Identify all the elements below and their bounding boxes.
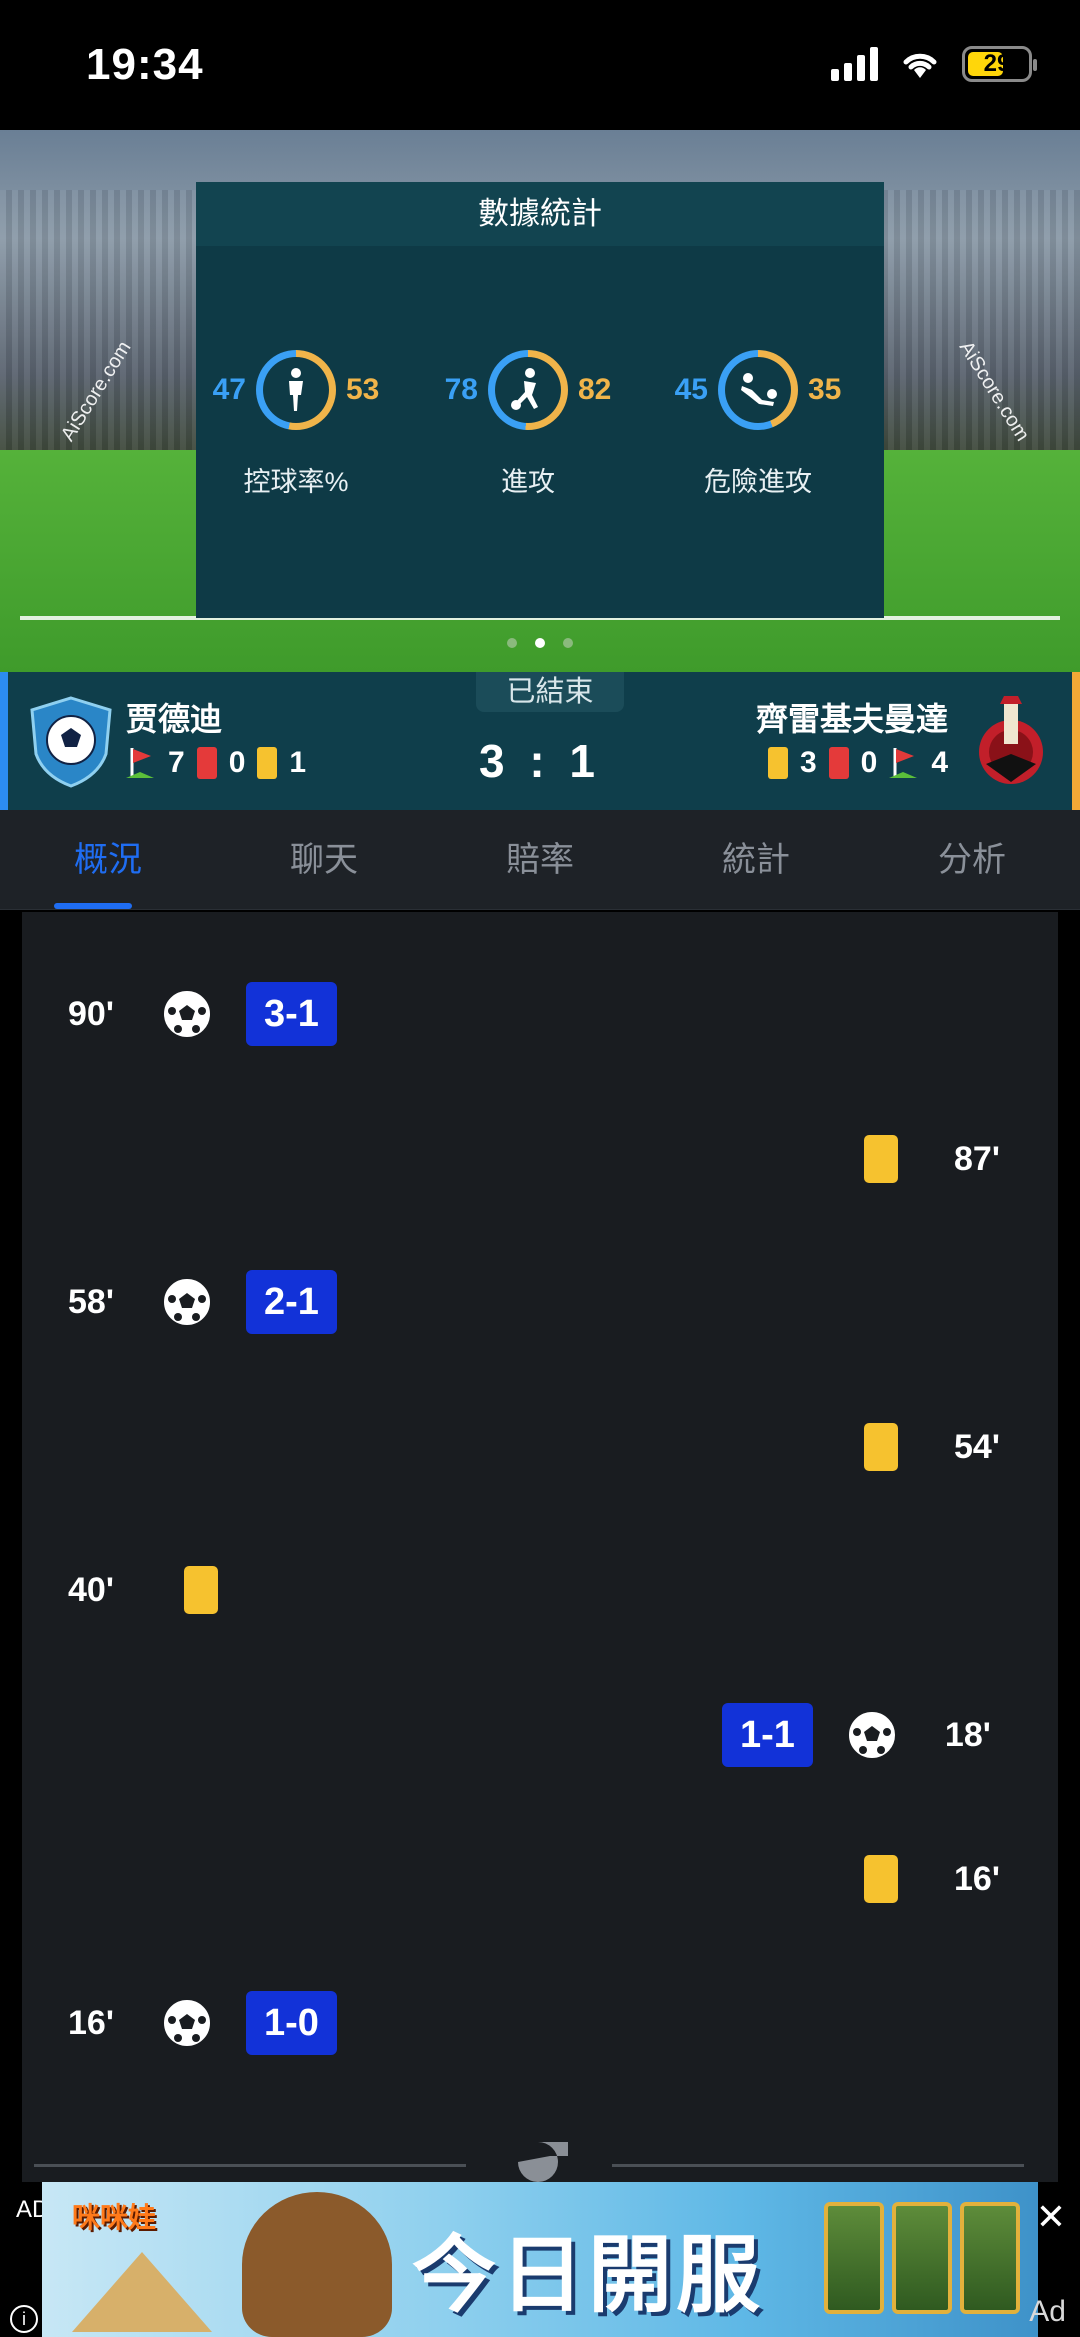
timeline-event: 58' 2-1 <box>68 1267 337 1337</box>
stat-possession: 47 53 控球率% <box>196 350 396 499</box>
event-minute: 16' <box>954 1859 1000 1898</box>
tab-bar: 概況 聊天 賠率 統計 分析 <box>0 810 1080 910</box>
stat-label: 控球率% <box>243 467 349 497</box>
tab-stats[interactable]: 統計 <box>648 810 864 909</box>
ad-pyramid-image <box>72 2252 212 2332</box>
stat-away-value: 35 <box>808 373 842 406</box>
stat-away-value: 53 <box>346 373 380 406</box>
away-red-cards: 0 <box>860 746 878 779</box>
event-minute: 18' <box>944 1715 991 1754</box>
timeline-event: 90' 3-1 <box>68 979 337 1049</box>
event-timeline[interactable]: 90' 3-1 87' 58' 2-1 54' 40' 1-1 18' 16' … <box>22 912 1058 2182</box>
carousel-dot[interactable] <box>563 638 573 648</box>
battery-icon: 29 <box>962 46 1037 82</box>
status-icons: 29 <box>831 46 1037 82</box>
soccer-ball-icon <box>846 1710 897 1760</box>
stats-panel-title: 數據統計 <box>196 182 884 246</box>
stats-carousel[interactable]: AiScore.com AiScore.com 數據統計 47 53 控球率% … <box>0 130 1080 672</box>
ad-close-icon[interactable]: ✕ <box>1036 2196 1066 2238</box>
attacks-ring <box>488 350 568 430</box>
ad-cards-image <box>824 2202 1020 2314</box>
match-scorebar: 贾德迪 7 0 1 已結束 3 : 1 齊雷基夫曼達 3 0 4 <box>0 672 1080 810</box>
timeline-divider-right <box>612 2164 1024 2167</box>
player-sliding-icon <box>741 373 777 406</box>
status-time: 19:34 <box>86 40 204 89</box>
timeline-event: 16' <box>864 1844 1000 1914</box>
player-standing-icon <box>289 368 303 411</box>
stat-home-value: 47 <box>212 373 246 406</box>
timeline-event: 87' <box>864 1124 1000 1194</box>
yellow-card-icon <box>864 1855 898 1903</box>
soccer-ball-icon <box>162 989 212 1039</box>
event-minute: 40' <box>68 1570 114 1609</box>
away-team-logo[interactable] <box>966 694 1056 788</box>
event-minute: 87' <box>954 1139 1000 1178</box>
stat-away-value: 82 <box>578 373 612 406</box>
stat-home-value: 78 <box>444 373 478 406</box>
away-team-counters: 3 0 4 <box>767 746 948 780</box>
whistle-icon <box>518 2142 568 2182</box>
carousel-dots[interactable] <box>0 638 1080 648</box>
status-bar: 19:34 29 <box>0 0 1080 130</box>
ad-banner[interactable]: AD 咪咪娃 今日開服 ✕ i Ad <box>0 2182 1080 2337</box>
battery-percent: 29 <box>983 50 1011 77</box>
stat-dangerous-attacks: 45 35 危險進攻 <box>658 350 858 499</box>
ad-info-icon[interactable]: i <box>10 2305 38 2333</box>
event-minute: 58' <box>68 1282 114 1321</box>
stat-attacks: 78 82 進攻 <box>428 350 628 499</box>
tab-chat[interactable]: 聊天 <box>216 810 432 909</box>
tab-analysis[interactable]: 分析 <box>864 810 1080 909</box>
soccer-ball-icon <box>162 1277 212 1327</box>
timeline-event: 54' <box>864 1412 1000 1482</box>
carousel-dot[interactable] <box>507 638 517 648</box>
event-minute: 54' <box>954 1427 1000 1466</box>
stats-panel: 數據統計 47 53 控球率% 78 82 進攻 45 35 危險進攻 <box>196 182 884 618</box>
cellular-signal-icon <box>831 47 878 81</box>
away-yellow-cards: 3 <box>799 746 817 779</box>
tab-odds[interactable]: 賠率 <box>432 810 648 909</box>
dangerous-attacks-ring <box>718 350 798 430</box>
yellow-card-icon <box>767 747 788 779</box>
timeline-event: 40' <box>68 1555 218 1625</box>
possession-ring <box>256 350 336 430</box>
ad-character-image <box>242 2192 392 2337</box>
match-status: 已結束 <box>476 672 624 712</box>
timeline-event: 16' 1-0 <box>68 1988 337 2058</box>
yellow-card-icon <box>864 1135 898 1183</box>
tab-overview[interactable]: 概況 <box>0 810 216 909</box>
stat-label: 危險進攻 <box>704 467 812 497</box>
goal-score-badge: 3-1 <box>246 982 337 1046</box>
away-corners: 4 <box>931 746 948 779</box>
goal-score-badge: 2-1 <box>246 1270 337 1334</box>
goal-score-badge: 1-1 <box>722 1703 813 1767</box>
soccer-ball-icon <box>162 1998 212 2048</box>
ad-tag: Ad <box>1029 2295 1066 2328</box>
ad-headline: 今日開服 <box>412 2228 765 2322</box>
player-kicking-icon <box>511 368 538 410</box>
wifi-icon <box>903 53 937 78</box>
stat-label: 進攻 <box>501 467 555 497</box>
stat-home-value: 45 <box>674 373 708 406</box>
yellow-card-icon <box>864 1423 898 1471</box>
yellow-card-icon <box>184 1566 218 1614</box>
event-minute: 90' <box>68 994 114 1033</box>
timeline-event: 1-1 18' <box>722 1700 991 1770</box>
corner-flag-icon <box>889 748 918 778</box>
ad-brand-logo: 咪咪娃 <box>72 2202 157 2233</box>
event-minute: 16' <box>68 2003 114 2042</box>
away-team-name[interactable]: 齊雷基夫曼達 <box>756 694 948 740</box>
timeline-divider-left <box>34 2164 466 2167</box>
goal-score-badge: 1-0 <box>246 1991 337 2055</box>
ad-creative[interactable]: 咪咪娃 今日開服 <box>42 2182 1038 2337</box>
carousel-dot-active[interactable] <box>535 638 545 648</box>
red-card-icon <box>828 747 849 779</box>
